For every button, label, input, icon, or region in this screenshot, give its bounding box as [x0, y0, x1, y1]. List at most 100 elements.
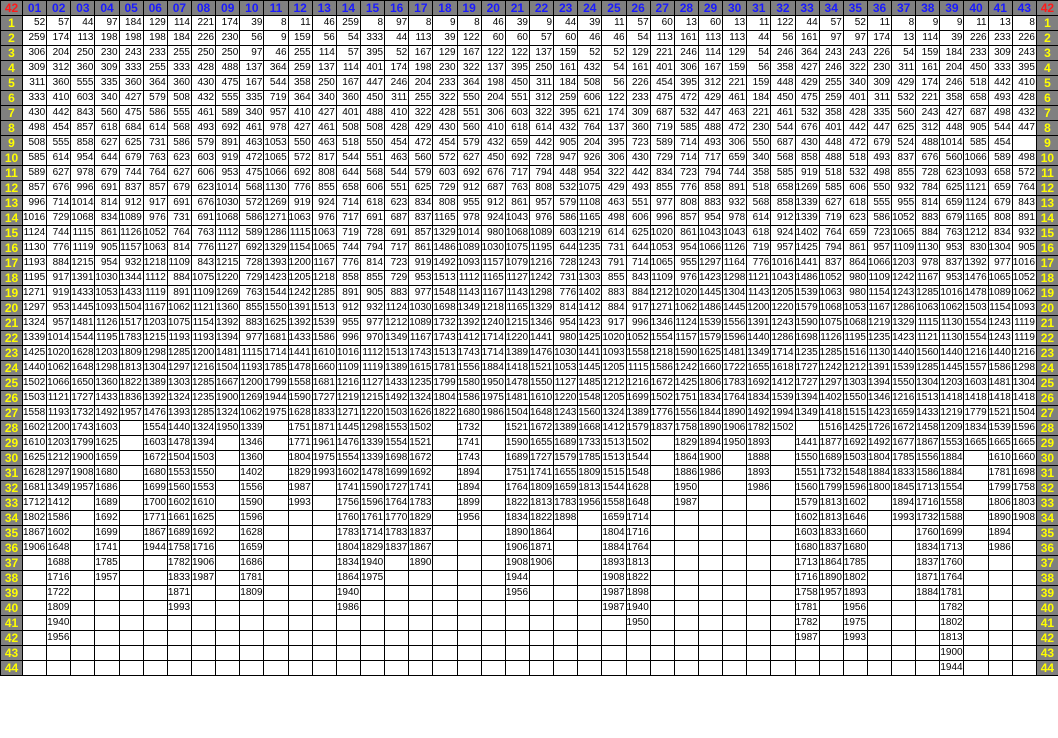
- grid-cell: [528, 660, 555, 676]
- grid-cell: 1030: [94, 270, 120, 286]
- grid-cell: 1216: [528, 255, 555, 271]
- grid-cell: 508: [21, 135, 48, 151]
- grid-cell: 1727: [794, 375, 820, 391]
- grid-cell: [1011, 555, 1037, 571]
- grid-cell: [770, 525, 796, 541]
- row-label: 26: [0, 390, 23, 406]
- grid-cell: 1324: [215, 405, 241, 421]
- column-header: 19: [456, 0, 482, 16]
- row-label-right: 41: [1035, 615, 1058, 631]
- grid-cell: 54: [335, 30, 361, 46]
- grid-cell: 912: [456, 180, 482, 196]
- grid-cell: [432, 450, 458, 466]
- grid-cell: [577, 645, 603, 661]
- grid-cell: 585: [963, 135, 989, 151]
- grid-cell: 243: [842, 45, 868, 61]
- grid-cell: 1659: [891, 405, 917, 421]
- grid-cell: 728: [915, 165, 941, 181]
- grid-cell: 1628: [21, 465, 48, 481]
- grid-cell: 1940: [335, 585, 361, 601]
- grid-cell: 1713: [794, 555, 820, 571]
- grid-body: 1 52 57 44 97 184 129 114 221 174 39 8 11 46 259 8 97 8 9 8…: [0, 15, 1058, 676]
- grid-cell: 1298: [359, 420, 386, 436]
- grid-cell: 1986: [987, 540, 1013, 556]
- grid-cell: 1871: [311, 420, 337, 436]
- grid-cell: 243: [118, 45, 144, 61]
- grid-cell: [384, 645, 410, 661]
- grid-cell: 1550: [528, 375, 555, 391]
- grid-cell: 1216: [1011, 345, 1037, 361]
- row-label: 18: [0, 270, 23, 286]
- grid-cell: [722, 495, 748, 511]
- grid-cell: [891, 615, 917, 631]
- grid-cell: 555: [215, 90, 241, 106]
- row-label: 21: [0, 315, 23, 331]
- grid-cell: 1714: [480, 330, 506, 346]
- grid-cell: 1689: [504, 450, 530, 466]
- grid-cell: 1126: [118, 225, 144, 241]
- grid-cell: [866, 525, 893, 541]
- grid-cell: 122: [456, 30, 482, 46]
- grid-cell: [649, 660, 675, 676]
- grid-cell: [263, 645, 289, 661]
- grid-cell: 1692: [94, 510, 120, 526]
- grid-cell: 11: [287, 15, 313, 31]
- grid-cell: 1898: [553, 510, 579, 526]
- grid-cell: 1834: [963, 420, 989, 436]
- grid-cell: 1212: [601, 375, 627, 391]
- grid-cell: 1833: [311, 405, 337, 421]
- grid-cell: 1418: [987, 390, 1013, 406]
- grid-cell: 1714: [625, 510, 651, 526]
- grid-cell: 837: [818, 255, 844, 271]
- grid-cell: 1813: [818, 510, 844, 526]
- grid-cell: 8: [891, 15, 917, 31]
- row-label: 11: [0, 165, 23, 181]
- grid-cell: 1093: [456, 255, 482, 271]
- grid-cell: 44: [70, 15, 96, 31]
- grid-cell: 729: [384, 270, 410, 286]
- grid-cell: 1324: [190, 420, 217, 436]
- grid-cell: 1950: [722, 435, 748, 451]
- grid-cell: 1052: [891, 210, 917, 226]
- grid-cell: 450: [504, 75, 530, 91]
- row-label: 9: [0, 135, 23, 151]
- grid-cell: 243: [915, 105, 941, 121]
- row-label: 40: [0, 600, 23, 616]
- grid-cell: 447: [866, 120, 893, 136]
- grid-cell: 1053: [553, 360, 579, 376]
- grid-cell: 1212: [46, 450, 72, 466]
- grid-cell: 957: [46, 315, 72, 331]
- grid-cell: 1554: [384, 435, 410, 451]
- grid-cell: 358: [287, 75, 313, 91]
- grid-cell: 891: [335, 285, 361, 301]
- row-label-right: 33: [1035, 495, 1058, 511]
- grid-cell: 1167: [915, 270, 941, 286]
- grid-cell: 857: [142, 180, 168, 196]
- row-label-right: 34: [1035, 510, 1058, 526]
- grid-cell: 1681: [21, 480, 48, 496]
- grid-cell: 621: [577, 105, 603, 121]
- grid-cell: 1802: [21, 510, 48, 526]
- grid-cell: [649, 525, 675, 541]
- grid-cell: 1112: [142, 270, 168, 286]
- grid-cell: [649, 645, 675, 661]
- grid-cell: 1727: [311, 390, 337, 406]
- grid-cell: 246: [384, 75, 410, 91]
- grid-cell: 1553: [166, 465, 192, 481]
- grid-cell: [480, 450, 506, 466]
- column-header: 14: [335, 0, 361, 16]
- grid-cell: 9: [432, 15, 458, 31]
- grid-cell: 97: [842, 30, 868, 46]
- grid-cell: 1242: [818, 360, 844, 376]
- grid-cell: 1833: [166, 570, 192, 586]
- grid-cell: 1516: [842, 345, 868, 361]
- grid-cell: 161: [915, 60, 941, 76]
- grid-cell: 1515: [842, 405, 868, 421]
- grid-cell: 1212: [963, 225, 989, 241]
- grid-cell: 250: [528, 60, 555, 76]
- grid-cell: 1986: [697, 465, 724, 481]
- grid-cell: 358: [939, 90, 965, 106]
- grid-cell: [915, 600, 941, 616]
- grid-cell: 1884: [480, 360, 506, 376]
- table-row: 29 1610 1203 1799 1625 1603 1478 1394 1346 1771 19…: [0, 435, 1058, 451]
